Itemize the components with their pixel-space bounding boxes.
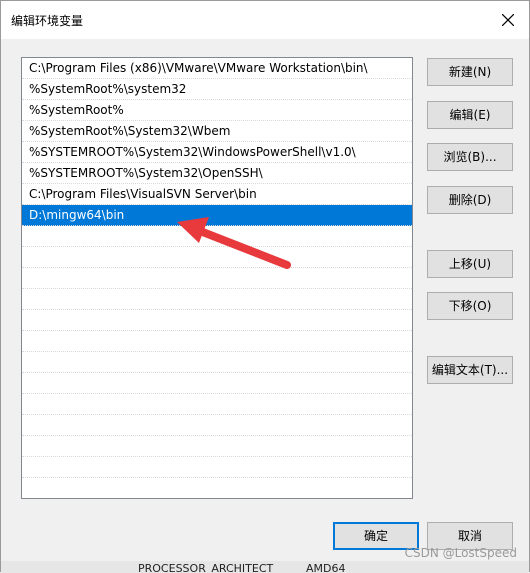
edit-button[interactable]: 编辑(E) — [427, 101, 513, 129]
path-list[interactable]: C:\Program Files (x86)\VMware\VMware Wor… — [21, 57, 413, 499]
background-variable-name: PROCESSOR_ARCHITECT — [138, 562, 274, 573]
path-list-item[interactable]: C:\Program Files (x86)\VMware\VMware Wor… — [22, 58, 412, 79]
empty-row — [22, 331, 412, 352]
delete-button[interactable]: 删除(D) — [427, 186, 513, 214]
background-variable-value: AMD64 — [306, 562, 346, 573]
empty-row — [22, 415, 412, 436]
path-list-item[interactable]: %SYSTEMROOT%\System32\OpenSSH\ — [22, 163, 412, 184]
empty-row — [22, 310, 412, 331]
red-arrow-annotation-icon — [177, 217, 291, 269]
new-button[interactable]: 新建(N) — [427, 58, 513, 86]
watermark: CSDN @LostSpeed — [404, 546, 517, 560]
close-button[interactable] — [493, 5, 523, 35]
empty-row — [22, 373, 412, 394]
move-up-button[interactable]: 上移(U) — [427, 250, 513, 278]
move-down-button[interactable]: 下移(O) — [427, 292, 513, 320]
close-icon — [502, 14, 514, 26]
empty-row — [22, 457, 412, 478]
browse-button[interactable]: 浏览(B)... — [427, 143, 513, 171]
path-list-item[interactable]: %SystemRoot% — [22, 100, 412, 121]
empty-row — [22, 478, 412, 498]
title-bar: 编辑环境变量 — [1, 1, 529, 39]
empty-row — [22, 289, 412, 310]
window-title: 编辑环境变量 — [11, 14, 84, 28]
path-list-item[interactable]: %SystemRoot%\system32 — [22, 79, 412, 100]
path-list-item[interactable]: C:\Program Files\VisualSVN Server\bin — [22, 184, 412, 205]
path-list-item[interactable]: %SystemRoot%\System32\Wbem — [22, 121, 412, 142]
empty-row — [22, 436, 412, 457]
edit-environment-variable-dialog: 编辑环境变量 C:\Program Files (x86)\VMware\VMw… — [0, 0, 530, 573]
edit-text-button[interactable]: 编辑文本(T)... — [427, 356, 513, 384]
empty-row — [22, 394, 412, 415]
path-list-item[interactable]: %SYSTEMROOT%\System32\WindowsPowerShell\… — [22, 142, 412, 163]
empty-row — [22, 352, 412, 373]
background-window-strip: PROCESSOR_ARCHITECT AMD64 — [1, 561, 529, 573]
